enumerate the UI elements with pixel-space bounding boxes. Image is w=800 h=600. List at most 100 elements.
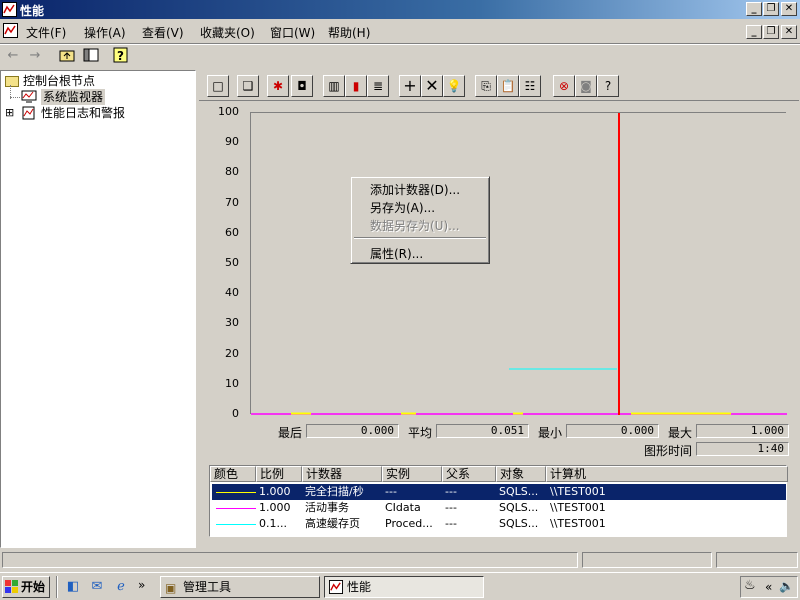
tree-item-label: 控制台根节点 [23, 74, 96, 88]
navigation-toolbar: ← → ? [0, 45, 800, 67]
legend-header-object[interactable]: 对象 [496, 466, 546, 482]
view-current-activity-button[interactable]: ✱ [267, 75, 289, 97]
new-counter-set-button[interactable]: □ [207, 75, 229, 97]
view-report-button[interactable]: ≣ [367, 75, 389, 97]
paste-counter-list-button[interactable]: 📋 [497, 75, 519, 97]
graph-canvas [251, 113, 787, 415]
properties-button[interactable]: ☷ [519, 75, 541, 97]
legend-cell-parent: --- [445, 485, 457, 498]
average-label: 平均 [408, 426, 433, 440]
legend-cell-object: SQLS... [499, 517, 539, 530]
legend-header-counter[interactable]: 计数器 [302, 466, 382, 482]
color-swatch [216, 524, 256, 525]
legend-cell-counter: 活动事务 [305, 501, 349, 514]
y-tick-label: 90 [225, 135, 239, 149]
menu-file[interactable]: 文件(F) [26, 24, 66, 41]
menu-view[interactable]: 查看(V) [142, 24, 184, 41]
console-tree: 控制台根节点 系统监视器 ⊞ 性能日志和警报 [0, 70, 196, 548]
admin-tools-icon: ▣ [165, 581, 177, 595]
legend-row[interactable]: 1.000 完全扫描/秒 --- --- SQLS... \\TEST001 [211, 483, 787, 501]
mdi-close-button[interactable]: ✕ [781, 25, 797, 39]
performance-app-icon [2, 2, 17, 17]
y-tick-label: 40 [225, 286, 239, 300]
highlight-button[interactable]: 💡 [443, 75, 465, 97]
legend-header-parent[interactable]: 父系 [442, 466, 496, 482]
copy-properties-button[interactable]: ⎘ [475, 75, 497, 97]
taskbar: 开始 ◧ ✉ ℯ » ▣ 管理工具 性能 ♨ « 🔈 [0, 572, 800, 600]
close-button[interactable]: ✕ [781, 2, 797, 16]
sysmon-help-button[interactable]: ? [597, 75, 619, 97]
start-button[interactable]: 开始 [2, 576, 50, 598]
legend-cell-instance: CIdata [385, 501, 421, 514]
legend-header-computer[interactable]: 计算机 [546, 466, 788, 482]
restore-button[interactable]: ❐ [763, 2, 779, 16]
legend-row[interactable]: 0.1... 高速缓存页 Proced... --- SQLS... \\TEST001 [212, 516, 786, 532]
menu-action[interactable]: 操作(A) [84, 24, 126, 41]
legend-cell-scale: 0.1... [259, 517, 287, 530]
status-bar [0, 550, 800, 570]
add-counter-button[interactable]: + [399, 75, 421, 97]
menu-separator [354, 237, 486, 239]
update-data-button[interactable]: ◙ [575, 75, 597, 97]
color-swatch [216, 492, 256, 493]
expand-plus-icon[interactable]: ⊞ [5, 105, 14, 121]
last-value: 0.000 [306, 424, 399, 438]
menu-bar: 文件(F) 操作(A) 查看(V) 收藏夹(O) 窗口(W) 帮助(H) [0, 20, 800, 42]
y-tick-label: 70 [225, 195, 239, 209]
minimize-button[interactable]: _ [746, 2, 762, 16]
system-tray: « 🔈 [740, 576, 798, 598]
log-icon [22, 106, 35, 120]
add-counters-menu-item[interactable]: 添加计数器(D)... [370, 181, 460, 198]
mmc-document-icon[interactable] [3, 23, 18, 38]
up-folder-icon[interactable] [58, 47, 76, 65]
maximum-label: 最大 [668, 426, 693, 440]
legend-cell-instance: Proced... [385, 517, 433, 530]
freeze-display-button[interactable]: ⊗ [553, 75, 575, 97]
windows-logo-icon [5, 580, 18, 593]
tray-expand-icon[interactable]: « [765, 580, 772, 594]
outlook-express-icon[interactable]: ✉ [88, 578, 106, 596]
status-panel [716, 552, 798, 568]
status-panel [2, 552, 578, 568]
legend-cell-computer: \\TEST001 [550, 501, 606, 514]
view-histogram-button[interactable]: ▮ [345, 75, 367, 97]
menu-window[interactable]: 窗口(W) [270, 24, 315, 41]
color-swatch [216, 508, 256, 509]
task-admin-tools[interactable]: ▣ 管理工具 [160, 576, 320, 598]
legend-header-scale[interactable]: 比例 [256, 466, 302, 482]
help-icon[interactable]: ? [112, 47, 130, 65]
legend-header-instance[interactable]: 实例 [382, 466, 442, 482]
task-performance[interactable]: 性能 [324, 576, 484, 598]
show-desktop-icon[interactable]: ◧ [64, 578, 82, 596]
graph-context-menu: 添加计数器(D)... 另存为(A)... 数据另存为(U)... 属性(R).… [350, 176, 490, 264]
show-hide-tree-icon[interactable] [82, 47, 100, 65]
duration-label: 图形时间 [644, 444, 693, 458]
menu-help[interactable]: 帮助(H) [328, 24, 370, 41]
legend-cell-parent: --- [445, 501, 457, 514]
y-tick-label: 0 [232, 407, 239, 420]
save-as-menu-item[interactable]: 另存为(A)... [370, 199, 435, 216]
monitor-icon [21, 90, 37, 103]
legend-cell-counter: 高速缓存页 [305, 517, 360, 530]
y-tick-label: 80 [225, 165, 239, 179]
minimum-label: 最小 [538, 426, 563, 440]
tree-item-label: 性能日志和警报 [41, 106, 126, 120]
clear-display-button[interactable]: ❑ [237, 75, 259, 97]
performance-graph[interactable] [250, 112, 787, 415]
view-graph-button[interactable]: ▥ [323, 75, 345, 97]
forward-arrow-icon[interactable]: → [26, 47, 44, 65]
internet-explorer-icon[interactable]: ℯ [112, 578, 130, 596]
volume-icon[interactable]: 🔈 [779, 579, 794, 593]
delete-counter-button[interactable]: ✕ [421, 75, 443, 97]
legend-header-color[interactable]: 颜色 [210, 466, 256, 482]
back-arrow-icon[interactable]: ← [4, 47, 22, 65]
properties-menu-item[interactable]: 属性(R)... [370, 245, 423, 262]
quick-launch-more-icon[interactable]: » [138, 578, 145, 592]
mdi-restore-button[interactable]: ❐ [763, 25, 779, 39]
view-log-data-button[interactable]: ◘ [291, 75, 313, 97]
legend-row[interactable]: 1.000 活动事务 CIdata --- SQLS... \\TEST001 [212, 500, 786, 516]
performance-app-icon [329, 580, 343, 594]
y-tick-label: 30 [225, 316, 239, 330]
menu-favorites[interactable]: 收藏夹(O) [200, 24, 255, 41]
mdi-minimize-button[interactable]: _ [746, 25, 762, 39]
